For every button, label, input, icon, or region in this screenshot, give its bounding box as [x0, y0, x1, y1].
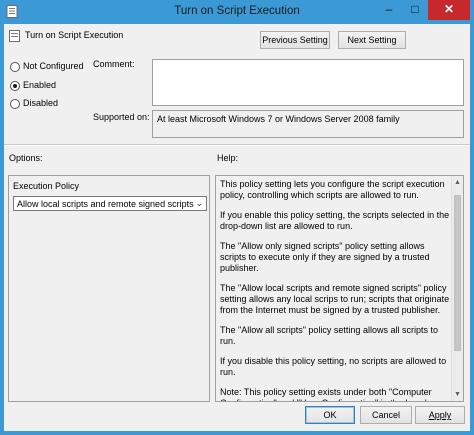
- ok-button[interactable]: OK: [305, 406, 355, 424]
- supported-on-label: Supported on:: [93, 112, 150, 122]
- maximize-button[interactable]: □: [402, 0, 428, 20]
- help-paragraph: Note: This policy setting exists under b…: [220, 387, 432, 401]
- help-paragraph: The "Allow only signed scripts" policy s…: [220, 241, 430, 273]
- help-label: Help:: [217, 153, 239, 163]
- help-paragraph: If you enable this policy setting, the s…: [220, 210, 450, 231]
- scroll-down-arrow-icon[interactable]: ▼: [452, 389, 463, 400]
- execution-policy-label: Execution Policy: [13, 181, 80, 191]
- close-button[interactable]: ✕: [428, 0, 470, 20]
- comment-label: Comment:: [93, 59, 135, 69]
- chevron-down-icon: ⌄: [195, 198, 203, 208]
- radio-circle[interactable]: [10, 62, 20, 72]
- help-scrollbar[interactable]: ▲ ▼: [451, 176, 463, 401]
- comment-textarea[interactable]: [152, 59, 464, 106]
- supported-on-field: At least Microsoft Windows 7 or Windows …: [152, 110, 464, 138]
- dropdown-selected-value: Allow local scripts and remote signed sc…: [17, 199, 194, 209]
- apply-label: Apply: [428, 410, 452, 420]
- help-text: This policy setting lets you configure t…: [220, 179, 450, 401]
- help-pane: This policy setting lets you configure t…: [215, 175, 464, 402]
- help-paragraph: This policy setting lets you configure t…: [220, 179, 445, 200]
- help-paragraph: If you disable this policy setting, no s…: [220, 356, 447, 377]
- radio-selected-dot: [13, 84, 17, 88]
- title-bar[interactable]: Turn on Script Execution – □ ✕: [0, 0, 474, 24]
- divider: [4, 144, 470, 146]
- options-pane: Execution Policy Allow local scripts and…: [8, 175, 210, 402]
- policy-name: Turn on Script Execution: [25, 30, 124, 40]
- supported-on-value: At least Microsoft Windows 7 or Windows …: [157, 114, 400, 124]
- radio-label: Not Configured: [23, 61, 84, 71]
- help-paragraph: The "Allow local scripts and remote sign…: [220, 283, 450, 315]
- radio-label: Disabled: [23, 98, 59, 108]
- apply-button[interactable]: Apply: [415, 406, 465, 424]
- radio-circle[interactable]: [10, 81, 20, 91]
- scrollbar-thumb[interactable]: [454, 195, 461, 351]
- setting-page-icon: [9, 30, 20, 42]
- cancel-button[interactable]: Cancel: [360, 406, 412, 424]
- dialog-client-area: Turn on Script Execution Previous Settin…: [4, 24, 470, 431]
- next-setting-button[interactable]: Next Setting: [338, 31, 406, 49]
- execution-policy-dropdown[interactable]: Allow local scripts and remote signed sc…: [13, 196, 207, 211]
- radio-circle[interactable]: [10, 99, 20, 109]
- previous-setting-button[interactable]: Previous Setting: [260, 31, 330, 49]
- minimize-button[interactable]: –: [376, 0, 402, 20]
- scroll-up-arrow-icon[interactable]: ▲: [452, 177, 463, 188]
- radio-label: Enabled: [23, 80, 57, 90]
- dialog-window: Turn on Script Execution – □ ✕ Turn on S…: [0, 0, 474, 435]
- help-paragraph: The "Allow all scripts" policy setting a…: [220, 325, 438, 346]
- options-label: Options:: [9, 153, 43, 163]
